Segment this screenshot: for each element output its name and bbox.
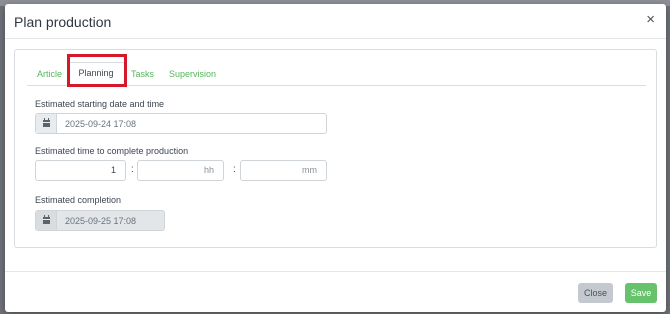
start-datetime-field[interactable]: 2025-09-24 17:08 [35,113,327,134]
tab-planning[interactable]: Planning [67,62,125,87]
completion-datetime-value: 2025-09-25 17:08 [65,215,137,226]
form-panel: Article Planning Tasks Supervision Estim… [14,49,657,248]
modal-header: Plan production × [5,4,666,39]
start-datetime-value: 2025-09-24 17:08 [65,118,137,129]
start-label: Estimated starting date and time [35,99,165,109]
duration-hours-input[interactable]: hh [137,160,224,181]
completion-addon [36,211,57,230]
duration-separator: : [233,164,236,175]
duration-minutes-input[interactable]: mm [240,160,327,181]
tab-bar: Article Planning Tasks Supervision [27,60,646,87]
modal-footer: Close Save [5,271,666,312]
close-button[interactable]: Close [578,283,613,303]
completion-datetime-field: 2025-09-25 17:08 [35,210,165,231]
tab-supervision[interactable]: Supervision [169,64,216,86]
modal-title: Plan production [14,14,112,30]
calendar-icon [42,215,50,224]
completion-label: Estimated completion [35,195,122,205]
save-button[interactable]: Save [625,283,657,303]
duration-label: Estimated time to complete production [35,146,189,156]
tab-article[interactable]: Article [37,64,62,86]
plan-production-modal: Plan production × Article Planning Tasks… [5,4,666,312]
duration-days-input[interactable]: 1 [35,160,126,181]
close-icon[interactable]: × [646,12,655,27]
tab-tasks[interactable]: Tasks [131,64,154,86]
duration-separator: : [131,164,134,175]
calendar-icon [42,118,50,127]
start-addon[interactable] [36,114,57,133]
